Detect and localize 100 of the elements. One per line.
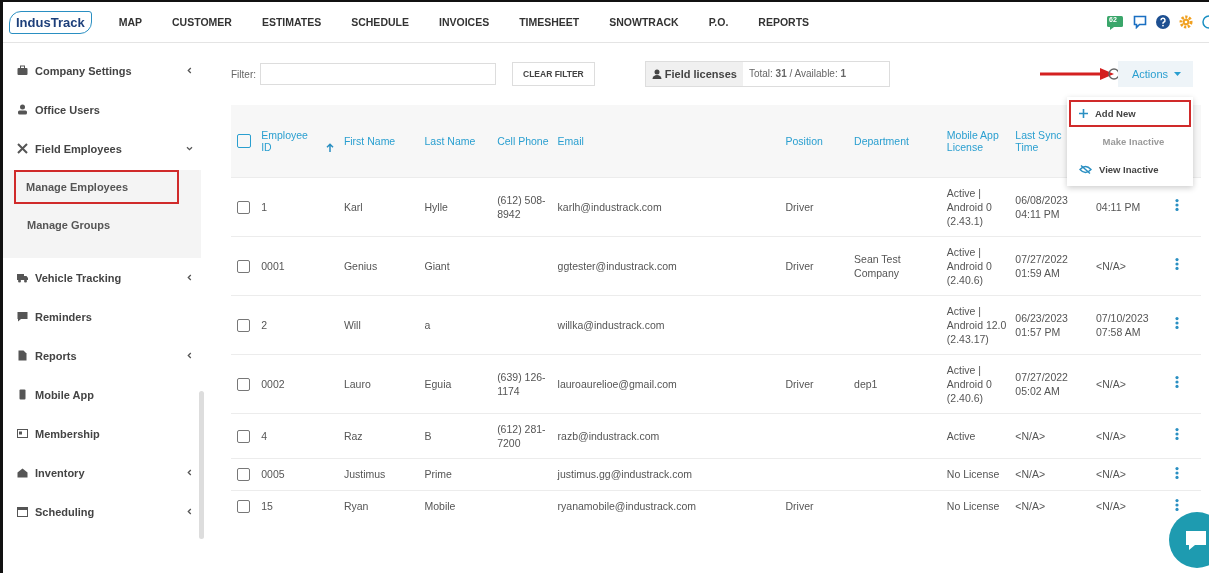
sidebar-item[interactable]: Office Users: [3, 90, 207, 129]
more-options-icon[interactable]: [1174, 498, 1179, 511]
comment-icon: [17, 311, 28, 322]
row-checkbox[interactable]: [237, 429, 250, 443]
help-icon[interactable]: [1156, 15, 1170, 29]
first-name-cell: Genius: [343, 258, 378, 273]
scrollbar[interactable]: [199, 391, 204, 539]
first-name-cell: Karl: [343, 199, 363, 214]
more-options-icon[interactable]: [1174, 466, 1179, 479]
menu-item-label: View Inactive: [1099, 164, 1159, 175]
caret-icon: [1174, 71, 1181, 77]
select-all-checkbox[interactable]: [237, 133, 251, 148]
eye-slash-icon: [1079, 165, 1092, 174]
sync-time-cell: <N/A>: [1015, 499, 1046, 513]
calendar-icon: [17, 506, 28, 517]
sync-time-cell-text: 07/27/2022 05:02 AM: [1015, 369, 1069, 398]
sidebar-item[interactable]: Scheduling: [3, 492, 207, 531]
sidebar-item[interactable]: Vehicle Tracking: [3, 258, 207, 297]
submenu-item[interactable]: Manage Groups: [15, 208, 183, 242]
menu-item[interactable]: Add New: [1069, 100, 1191, 127]
help-icon[interactable]: [1107, 68, 1120, 80]
license-cell: Active: [946, 428, 976, 443]
briefcase-icon: [17, 65, 28, 76]
sidebar-label: Company Settings: [35, 64, 133, 77]
license-cell: No License: [946, 467, 1000, 481]
email-cell: justimus.gg@industrack.com: [557, 467, 692, 481]
nav-link[interactable]: P.O.: [693, 16, 744, 28]
warehouse-icon: [17, 467, 28, 478]
more-options-icon[interactable]: [1174, 376, 1179, 388]
last-name-cell: Mobile: [424, 499, 456, 513]
filter-field[interactable]: [260, 63, 496, 85]
sidebar-item[interactable]: Field Employees: [3, 129, 207, 168]
sidebar-item[interactable]: Mobile App: [3, 375, 207, 414]
email-cell: lauroaurelioe@gmail.com: [557, 376, 677, 391]
truck-icon: [17, 272, 28, 283]
last-name-cell: Eguia: [424, 376, 452, 391]
sidebar-label: Office Users: [35, 103, 101, 116]
phone-cell-text: (639) 126-1174: [497, 369, 547, 398]
table-cell: <N/A>: [1096, 499, 1126, 513]
last-name-cell: B: [424, 428, 432, 443]
sync-time-cell-text: 06/23/2023 01:57 PM: [1015, 310, 1069, 339]
position-cell: Driver: [785, 258, 814, 273]
sync-time-cell-text: 07/27/2022 01:59 AM: [1015, 251, 1069, 280]
more-options-icon[interactable]: [1174, 258, 1179, 270]
nav-link[interactable]: SNOWTRACK: [594, 16, 694, 28]
sidebar-item[interactable]: Membership: [3, 414, 207, 453]
chat-bubble-icon[interactable]: [1169, 512, 1209, 568]
table-cell: 04:11 PM: [1096, 199, 1141, 214]
more-options-icon[interactable]: [1174, 199, 1179, 211]
more-options-icon[interactable]: [1174, 428, 1179, 440]
chat-icon[interactable]: [1133, 15, 1147, 29]
tools-icon: [17, 143, 28, 154]
phone-cell-text: (612) 281-7200: [497, 421, 547, 450]
employee-id-cell: 0002: [261, 376, 285, 391]
row-checkbox[interactable]: [237, 318, 250, 332]
field-licenses-button[interactable]: Field licenses: [645, 62, 743, 86]
logo[interactable]: IndusTrack: [9, 10, 92, 34]
nav-link[interactable]: TIMESHEET: [504, 16, 595, 28]
license-cell-text: Active | Android 0 (2.43.1): [946, 185, 993, 228]
last-name-cell: Prime: [424, 467, 452, 481]
sidebar-item[interactable]: Company Settings: [3, 51, 207, 90]
department-cell: dep1: [854, 376, 878, 391]
department-cell-text: Sean Test Company: [854, 251, 902, 280]
nav-link[interactable]: REPORTS: [743, 16, 825, 28]
nav-link[interactable]: ESTIMATES: [246, 16, 337, 28]
row-checkbox[interactable]: [237, 468, 250, 482]
first-name-cell: Raz: [343, 428, 363, 443]
sync-time-cell: <N/A>: [1015, 467, 1046, 481]
last-name-cell: Hylle: [424, 199, 448, 214]
nav-link[interactable]: SCHEDULE: [336, 16, 424, 28]
filter-label: Filter:: [231, 68, 256, 80]
last-name-cell: a: [424, 317, 431, 332]
settings-icon[interactable]: [1179, 15, 1193, 29]
sidebar-label: Reports: [35, 349, 78, 362]
nav-link[interactable]: INVOICES: [423, 16, 505, 28]
position-cell: Driver: [785, 376, 814, 391]
plus-icon: [1079, 109, 1088, 118]
submenu-item[interactable]: Manage Employees: [14, 170, 179, 204]
phone-icon: [17, 389, 28, 400]
menu-item[interactable]: View Inactive: [1069, 156, 1191, 183]
table-cell: <N/A>: [1096, 258, 1126, 273]
clear-filter-button[interactable]: CLEAR FILTER: [512, 62, 595, 86]
nav-link[interactable]: MAP: [103, 16, 157, 28]
first-name-cell: Ryan: [343, 499, 369, 513]
sort-arrow-icon: [326, 143, 335, 153]
sync-time-cell: <N/A>: [1015, 428, 1046, 443]
sidebar-item[interactable]: Reminders: [3, 297, 207, 336]
sidebar-item[interactable]: Inventory: [3, 453, 207, 492]
license-cell-text: Active | Android 0 (2.40.6): [946, 362, 993, 405]
row-checkbox[interactable]: [237, 377, 250, 391]
row-checkbox[interactable]: [237, 259, 250, 273]
row-checkbox[interactable]: [237, 200, 250, 214]
row-checkbox[interactable]: [237, 500, 250, 514]
last-name-cell: Giant: [424, 258, 450, 273]
employee-id-cell: 2: [261, 317, 268, 332]
phone-cell-text: (612) 508-8942: [497, 192, 547, 221]
more-options-icon[interactable]: [1174, 317, 1179, 329]
first-name-cell: Justimus: [343, 467, 386, 481]
sidebar-item[interactable]: Reports: [3, 336, 207, 375]
nav-link[interactable]: CUSTOMER: [157, 16, 247, 28]
